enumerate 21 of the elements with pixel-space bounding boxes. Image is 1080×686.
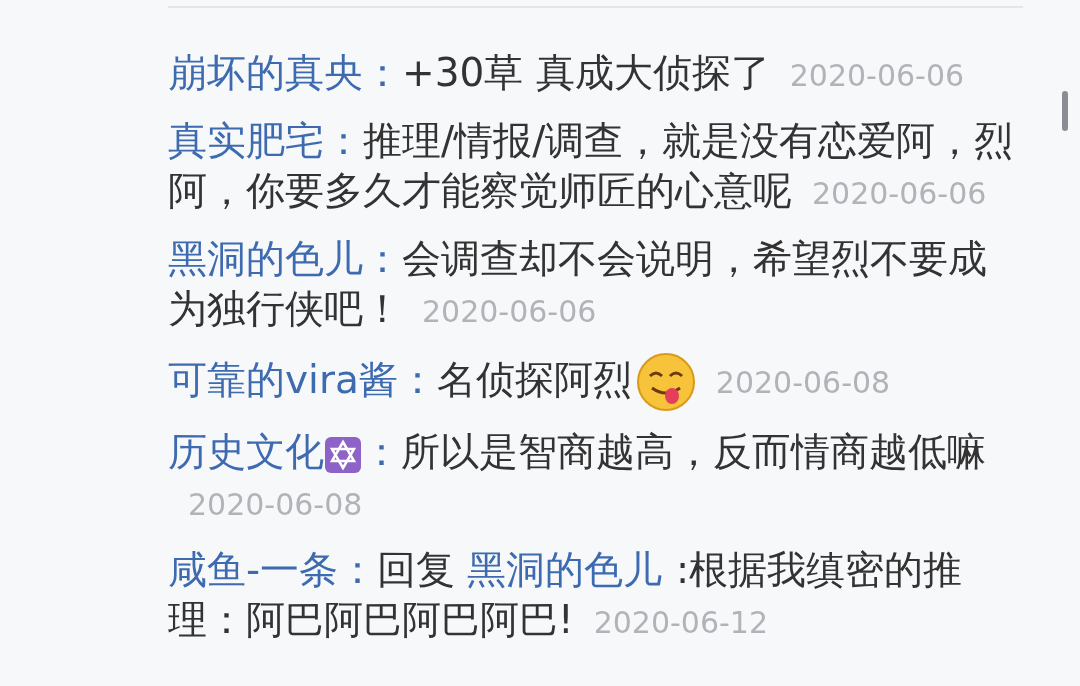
comment-text: 真实肥宅：推理/情报/调查，就是没有恋爱阿，烈阿，你要多久才能察觉师匠的心意呢 2020-06-06 [168, 117, 1015, 215]
username-link[interactable]: 可靠的vira酱： [168, 356, 437, 402]
colon-text: ： [362, 429, 401, 474]
username-link[interactable]: 历史文化 [168, 429, 324, 474]
username-link[interactable]: 崩坏的真央： [168, 50, 402, 95]
comment-date: 2020-06-12 [593, 605, 768, 640]
comment-date: 2020-06-06 [789, 58, 965, 93]
username-link[interactable]: 真实肥宅： [168, 118, 363, 163]
comment-text: 历史文化 ：所以是智商越高，反而情商越低嘛 2020-06-08 [168, 428, 987, 524]
comment-text: 咸鱼-一条：回复 黑洞的色儿 :根据我缜密的推理：阿巴阿巴阿巴阿巴! 2020-06-12 [168, 546, 964, 644]
comment-text: 黑洞的色儿：会调查却不会说明，希望烈不要成为独行侠吧！ 2020-06-06 [168, 235, 988, 333]
scrollbar[interactable] [1062, 91, 1068, 131]
comment-text: 崩坏的真央：+30草 真成大侦探了 2020-06-06 [168, 49, 966, 97]
mention-link[interactable]: 黑洞的色儿 [467, 547, 663, 592]
comment-date: 2020-06-06 [812, 176, 987, 211]
comment-date: 2020-06-08 [188, 487, 363, 522]
username-link[interactable]: 咸鱼-一条： [168, 547, 378, 592]
comment-date: 2020-06-06 [422, 294, 597, 329]
comment-date: 2020-06-08 [715, 364, 891, 400]
username-link[interactable]: 黑洞的色儿： [168, 236, 402, 281]
comment-text: 可靠的vira酱：名侦探阿烈 2020-06-08 [168, 352, 1023, 412]
